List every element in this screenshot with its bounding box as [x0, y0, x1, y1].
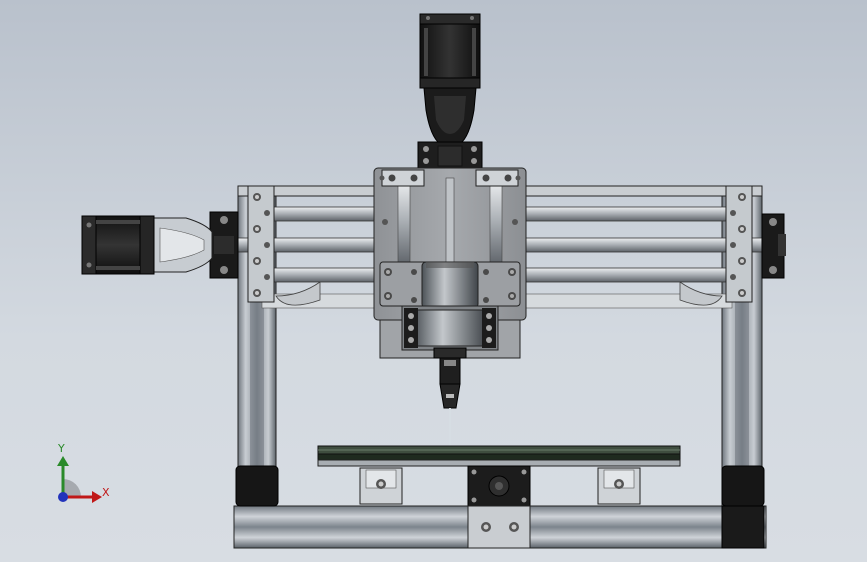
left-corner-arc — [275, 281, 321, 306]
x-axis-label: X — [102, 486, 110, 499]
y-bed — [317, 445, 681, 467]
z-stepper-motor — [419, 13, 481, 89]
y-axis-label: Y — [58, 442, 65, 455]
right-end-plate — [725, 185, 753, 303]
cad-viewport[interactable]: Y X — [0, 0, 867, 562]
left-bearing-block — [209, 211, 239, 279]
z-top-bearing-block — [417, 141, 483, 169]
left-foot — [235, 465, 279, 507]
left-end-plate — [247, 185, 275, 303]
right-bearing-block — [761, 213, 786, 279]
spindle-collet — [433, 347, 467, 409]
right-foot — [721, 465, 765, 549]
right-corner-arc — [679, 281, 723, 306]
bed-bearing-right — [597, 467, 641, 505]
cnc-machine-model[interactable] — [0, 0, 867, 562]
x-stepper-motor — [81, 215, 155, 275]
bed-bearing-left — [359, 467, 403, 505]
y-leadscrew-block — [467, 465, 531, 549]
